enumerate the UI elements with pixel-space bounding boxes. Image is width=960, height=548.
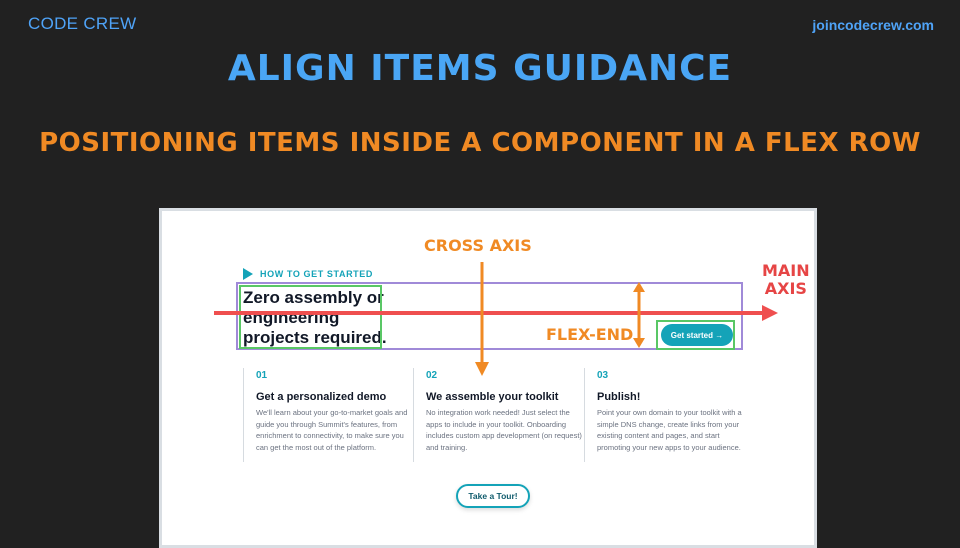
flex-end-label: FLEX-END — [546, 325, 634, 344]
main-axis-label: MAIN AXIS — [762, 262, 810, 298]
flex-end-arrowhead-up — [633, 282, 645, 292]
cross-axis-arrowhead — [475, 362, 489, 376]
main-axis-arrowhead — [762, 305, 778, 321]
main-axis-label-line1: MAIN — [762, 261, 810, 280]
flex-end-arrowhead-down — [633, 338, 645, 348]
axis-arrows — [214, 262, 778, 376]
main-axis-label-line2: AXIS — [764, 279, 807, 298]
cross-axis-label: CROSS AXIS — [424, 236, 532, 255]
